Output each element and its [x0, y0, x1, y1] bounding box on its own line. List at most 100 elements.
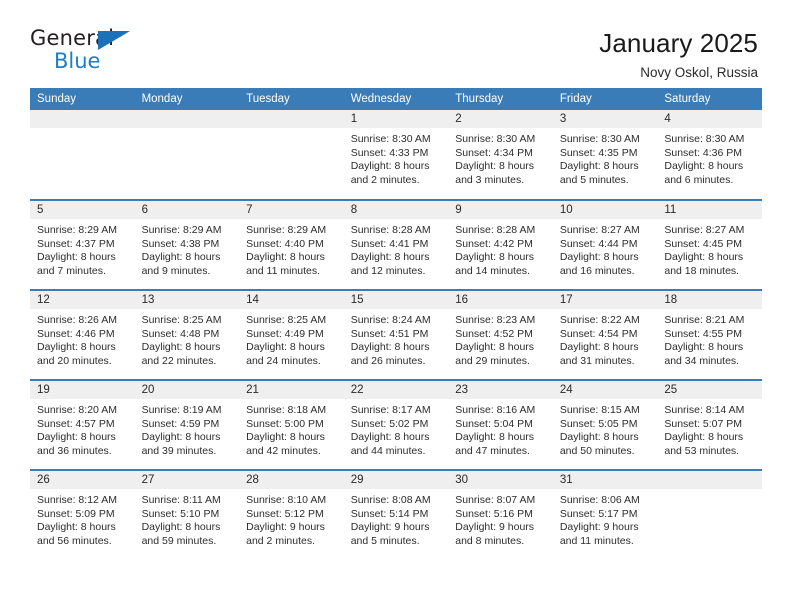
day-number: 12: [30, 291, 135, 309]
logo-text-blue: Blue: [54, 49, 101, 73]
day-number: 27: [134, 471, 240, 489]
calendar-day-cell[interactable]: 17 Sunrise: 8:22 AM Sunset: 4:54 PM Dayli…: [552, 289, 658, 380]
sun-times-text: Sunrise: 8:19 AM Sunset: 4:59 PM Dayligh…: [141, 404, 222, 457]
calendar-day-cell[interactable]: 9 Sunrise: 8:28 AM Sunset: 4:42 PM Daylig…: [448, 199, 553, 290]
calendar-day-cell[interactable]: 13 Sunrise: 8:25 AM Sunset: 4:48 PM Dayli…: [134, 289, 240, 380]
calendar-day-cell[interactable]: 3 Sunrise: 8:30 AM Sunset: 4:35 PM Daylig…: [552, 110, 658, 200]
calendar-week-row: 26 Sunrise: 8:12 AM Sunset: 5:09 PM Dayli…: [30, 469, 762, 560]
calendar-day-cell[interactable]: 4 Sunrise: 8:30 AM Sunset: 4:36 PM Daylig…: [657, 110, 762, 200]
sun-times-text: Sunrise: 8:29 AM Sunset: 4:40 PM Dayligh…: [246, 224, 327, 277]
calendar-day-cell[interactable]: 1 Sunrise: 8:30 AM Sunset: 4:33 PM Daylig…: [343, 110, 449, 200]
cell-inner: 14 Sunrise: 8:25 AM Sunset: 4:49 PM Dayli…: [239, 291, 344, 379]
calendar-day-cell[interactable]: 12 Sunrise: 8:26 AM Sunset: 4:46 PM Dayli…: [30, 289, 135, 380]
sun-times-text: Sunrise: 8:11 AM Sunset: 5:10 PM Dayligh…: [141, 494, 221, 547]
calendar-day-cell[interactable]: 26 Sunrise: 8:12 AM Sunset: 5:09 PM Dayli…: [30, 469, 135, 560]
day-number: [657, 471, 762, 489]
calendar-day-cell[interactable]: 19 Sunrise: 8:20 AM Sunset: 4:57 PM Dayli…: [30, 379, 135, 470]
calendar-day-cell[interactable]: 18 Sunrise: 8:21 AM Sunset: 4:55 PM Dayli…: [657, 289, 762, 380]
sun-times-text: Sunrise: 8:24 AM Sunset: 4:51 PM Dayligh…: [350, 314, 431, 367]
calendar-day-cell[interactable]: 5 Sunrise: 8:29 AM Sunset: 4:37 PM Daylig…: [30, 199, 135, 290]
calendar-day-cell[interactable]: 14 Sunrise: 8:25 AM Sunset: 4:49 PM Dayli…: [239, 289, 344, 380]
calendar-day-cell[interactable]: 28 Sunrise: 8:10 AM Sunset: 5:12 PM Dayli…: [239, 469, 344, 560]
sun-times-text: Sunrise: 8:22 AM Sunset: 4:54 PM Dayligh…: [559, 314, 640, 367]
column-header-sunday: Sunday: [30, 88, 135, 110]
calendar-day-cell[interactable]: 29 Sunrise: 8:08 AM Sunset: 5:14 PM Dayli…: [343, 469, 449, 560]
sun-times-text: Sunrise: 8:27 AM Sunset: 4:44 PM Dayligh…: [559, 224, 640, 277]
calendar-body: 1 Sunrise: 8:30 AM Sunset: 4:33 PM Daylig…: [30, 110, 762, 560]
day-number: 13: [134, 291, 240, 309]
sun-times-text: Sunrise: 8:08 AM Sunset: 5:14 PM Dayligh…: [350, 494, 431, 547]
title-block: January 2025 Novy Oskol, Russia: [599, 28, 758, 80]
day-number: 2: [448, 110, 553, 128]
calendar-day-cell[interactable]: 22 Sunrise: 8:17 AM Sunset: 5:02 PM Dayli…: [343, 379, 449, 470]
sun-times-text: Sunrise: 8:28 AM Sunset: 4:41 PM Dayligh…: [350, 224, 431, 277]
calendar-week-row: 19 Sunrise: 8:20 AM Sunset: 4:57 PM Dayli…: [30, 379, 762, 470]
sun-times-text: [30, 128, 135, 133]
page-title: January 2025: [599, 28, 758, 58]
cell-inner: 25 Sunrise: 8:14 AM Sunset: 5:07 PM Dayli…: [657, 381, 762, 469]
day-number: 31: [552, 471, 658, 489]
sun-times-text: Sunrise: 8:15 AM Sunset: 5:05 PM Dayligh…: [559, 404, 640, 457]
general-blue-logo[interactable]: General Blue: [30, 28, 150, 74]
column-header-monday: Monday: [134, 88, 240, 110]
day-number: 30: [448, 471, 553, 489]
calendar-day-cell[interactable]: 27 Sunrise: 8:11 AM Sunset: 5:10 PM Dayli…: [134, 469, 240, 560]
sun-times-text: Sunrise: 8:30 AM Sunset: 4:35 PM Dayligh…: [559, 133, 640, 186]
calendar-day-cell[interactable]: 25 Sunrise: 8:14 AM Sunset: 5:07 PM Dayli…: [657, 379, 762, 470]
sun-times-text: Sunrise: 8:30 AM Sunset: 4:33 PM Dayligh…: [350, 133, 431, 186]
calendar-week-row: 12 Sunrise: 8:26 AM Sunset: 4:46 PM Dayli…: [30, 289, 762, 380]
sun-times-text: Sunrise: 8:21 AM Sunset: 4:55 PM Dayligh…: [664, 314, 745, 367]
sun-times-text: Sunrise: 8:20 AM Sunset: 4:57 PM Dayligh…: [37, 404, 117, 457]
day-number: 20: [134, 381, 240, 399]
day-number: 10: [552, 201, 658, 219]
cell-inner: 19 Sunrise: 8:20 AM Sunset: 4:57 PM Dayli…: [30, 381, 135, 469]
calendar-day-cell[interactable]: 15 Sunrise: 8:24 AM Sunset: 4:51 PM Dayli…: [343, 289, 449, 380]
day-number: 3: [552, 110, 658, 128]
calendar-day-cell[interactable]: 20 Sunrise: 8:19 AM Sunset: 4:59 PM Dayli…: [134, 379, 240, 470]
cell-inner: 18 Sunrise: 8:21 AM Sunset: 4:55 PM Dayli…: [657, 291, 762, 379]
page-header: General Blue January 2025 Novy Oskol, Ru…: [0, 0, 792, 80]
day-number: 4: [657, 110, 762, 128]
calendar-cell-empty: [239, 110, 344, 200]
cell-inner: 26 Sunrise: 8:12 AM Sunset: 5:09 PM Dayli…: [30, 471, 135, 560]
cell-inner: 11 Sunrise: 8:27 AM Sunset: 4:45 PM Dayli…: [657, 201, 762, 289]
sun-times-text: Sunrise: 8:29 AM Sunset: 4:38 PM Dayligh…: [141, 224, 222, 277]
cell-inner: 30 Sunrise: 8:07 AM Sunset: 5:16 PM Dayli…: [448, 471, 553, 560]
day-number: 5: [30, 201, 135, 219]
cell-inner: 3 Sunrise: 8:30 AM Sunset: 4:35 PM Daylig…: [552, 110, 658, 199]
calendar-day-cell[interactable]: 11 Sunrise: 8:27 AM Sunset: 4:45 PM Dayli…: [657, 199, 762, 290]
sun-times-text: Sunrise: 8:30 AM Sunset: 4:36 PM Dayligh…: [664, 133, 745, 186]
calendar-day-cell[interactable]: 2 Sunrise: 8:30 AM Sunset: 4:34 PM Daylig…: [448, 110, 553, 200]
cell-inner: 13 Sunrise: 8:25 AM Sunset: 4:48 PM Dayli…: [134, 291, 240, 379]
calendar-day-cell[interactable]: 7 Sunrise: 8:29 AM Sunset: 4:40 PM Daylig…: [239, 199, 344, 290]
cell-inner: 22 Sunrise: 8:17 AM Sunset: 5:02 PM Dayli…: [343, 381, 449, 469]
calendar-day-cell[interactable]: 10 Sunrise: 8:27 AM Sunset: 4:44 PM Dayli…: [552, 199, 658, 290]
calendar-day-cell[interactable]: 16 Sunrise: 8:23 AM Sunset: 4:52 PM Dayli…: [448, 289, 553, 380]
calendar-day-cell[interactable]: 23 Sunrise: 8:16 AM Sunset: 5:04 PM Dayli…: [448, 379, 553, 470]
day-number: 16: [448, 291, 553, 309]
cell-inner: 31 Sunrise: 8:06 AM Sunset: 5:17 PM Dayli…: [552, 471, 658, 560]
column-header-tuesday: Tuesday: [239, 88, 344, 110]
cell-inner: 17 Sunrise: 8:22 AM Sunset: 4:54 PM Dayli…: [552, 291, 658, 379]
calendar-day-cell[interactable]: 31 Sunrise: 8:06 AM Sunset: 5:17 PM Dayli…: [552, 469, 658, 560]
calendar-day-cell[interactable]: 21 Sunrise: 8:18 AM Sunset: 5:00 PM Dayli…: [239, 379, 344, 470]
cell-inner: 23 Sunrise: 8:16 AM Sunset: 5:04 PM Dayli…: [448, 381, 553, 469]
sun-times-text: Sunrise: 8:25 AM Sunset: 4:49 PM Dayligh…: [246, 314, 327, 367]
day-number: 9: [448, 201, 553, 219]
cell-inner: 7 Sunrise: 8:29 AM Sunset: 4:40 PM Daylig…: [239, 201, 344, 289]
calendar-day-cell[interactable]: 30 Sunrise: 8:07 AM Sunset: 5:16 PM Dayli…: [448, 469, 553, 560]
calendar-week-row: 5 Sunrise: 8:29 AM Sunset: 4:37 PM Daylig…: [30, 199, 762, 290]
page-subtitle: Novy Oskol, Russia: [640, 64, 758, 80]
cell-inner: 15 Sunrise: 8:24 AM Sunset: 4:51 PM Dayli…: [343, 291, 449, 379]
day-number: 8: [343, 201, 449, 219]
calendar-day-cell[interactable]: 24 Sunrise: 8:15 AM Sunset: 5:05 PM Dayli…: [552, 379, 658, 470]
calendar-day-cell[interactable]: 6 Sunrise: 8:29 AM Sunset: 4:38 PM Daylig…: [134, 199, 240, 290]
day-number: [239, 110, 344, 128]
day-number: 7: [239, 201, 344, 219]
cell-inner: 29 Sunrise: 8:08 AM Sunset: 5:14 PM Dayli…: [343, 471, 449, 560]
calendar-cell-empty: [657, 469, 762, 560]
cell-inner: 6 Sunrise: 8:29 AM Sunset: 4:38 PM Daylig…: [134, 201, 240, 289]
sun-times-text: Sunrise: 8:18 AM Sunset: 5:00 PM Dayligh…: [246, 404, 327, 457]
column-header-friday: Friday: [552, 88, 658, 110]
calendar-day-cell[interactable]: 8 Sunrise: 8:28 AM Sunset: 4:41 PM Daylig…: [343, 199, 449, 290]
